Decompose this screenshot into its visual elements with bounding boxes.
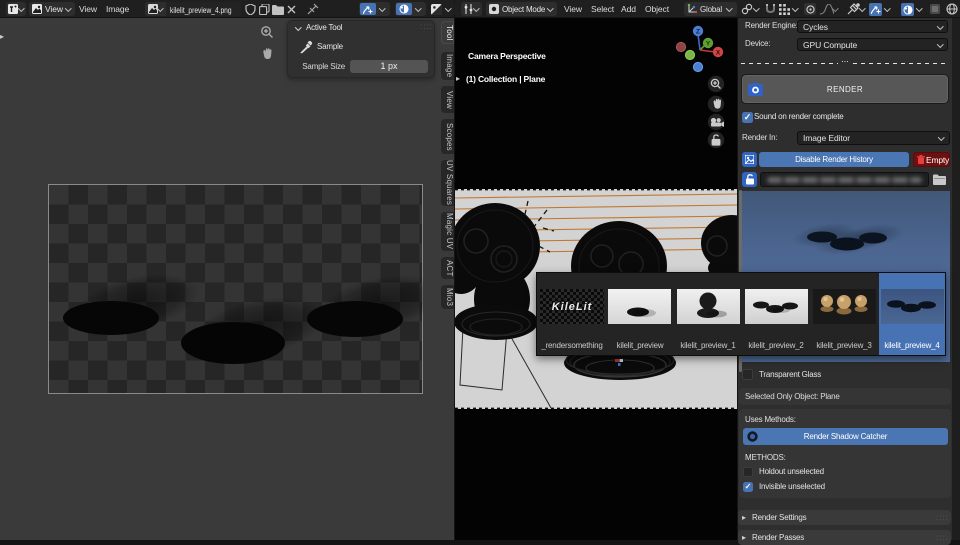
svg-text:Z: Z xyxy=(696,29,700,36)
svg-text:X: X xyxy=(716,50,721,57)
svg-text:Y: Y xyxy=(706,41,711,48)
